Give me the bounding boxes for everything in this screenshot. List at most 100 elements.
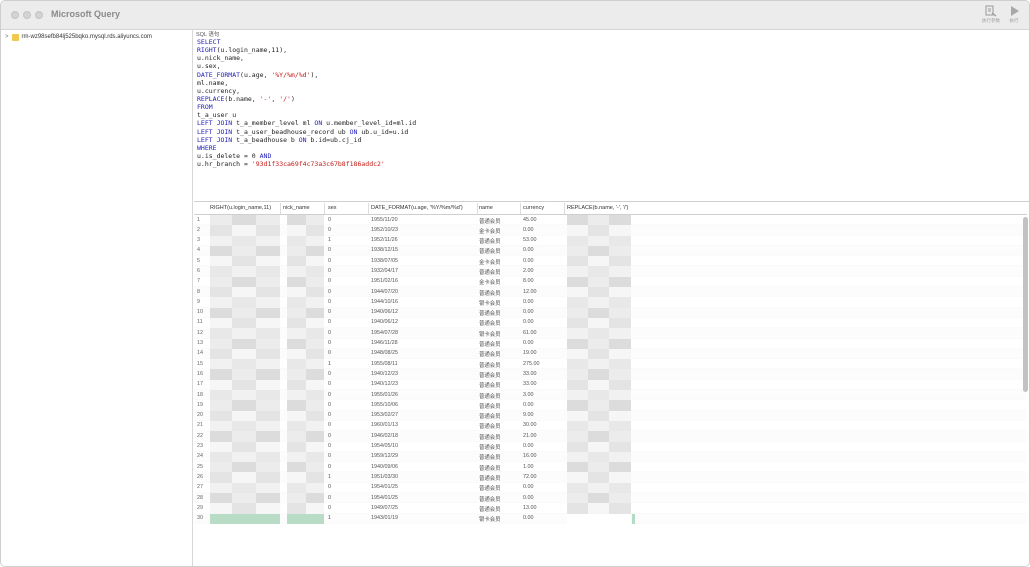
masked-cell — [287, 441, 306, 452]
table-row[interactable]: 8 0 1944/07/20 普通会员 12.00 — [194, 287, 1026, 298]
table-row[interactable]: 23 0 1954/05/10 普通会员 0.00 — [194, 441, 1026, 452]
masked-cell — [287, 390, 306, 401]
table-row[interactable]: 4 0 1938/12/15 普通会员 0.00 — [194, 245, 1026, 257]
column-divider[interactable] — [324, 203, 325, 214]
masked-cell — [287, 400, 306, 411]
column-header[interactable]: DATE_FORMAT(u.age, '%Y/%m/%d') — [371, 205, 463, 211]
table-cell: 33.00 — [523, 381, 537, 388]
masked-cell — [287, 215, 306, 226]
table-row[interactable]: 22 0 1946/02/18 普通会员 21.00 — [194, 431, 1026, 442]
table-row[interactable]: 24 0 1959/12/29 普通会员 16.00 — [194, 451, 1026, 463]
column-divider[interactable] — [368, 203, 369, 214]
masked-cell — [287, 451, 306, 463]
masked-cell — [567, 431, 588, 442]
masked-cell — [306, 441, 324, 452]
run-button[interactable]: 执行 — [1001, 5, 1027, 29]
table-row[interactable]: 6 0 1932/04/17 普通会员 2.00 — [194, 266, 1026, 277]
table-cell: 0.00 — [523, 515, 534, 522]
table-row[interactable]: 19 0 1955/10/06 普通会员 0.00 — [194, 400, 1026, 411]
row-number: 14 — [197, 350, 203, 357]
table-cell: 普通会员 — [479, 403, 501, 410]
masked-cell — [210, 410, 232, 421]
results-scrollbar[interactable] — [1023, 217, 1028, 392]
sql-keyword: LEFT JOIN — [197, 119, 233, 128]
sql-keyword: SELECT — [197, 38, 221, 46]
table-row[interactable]: 21 0 1960/01/13 普通会员 30.00 — [194, 420, 1026, 432]
table-row[interactable]: 7 0 1951/02/16 金卡会员 8.00 — [194, 276, 1026, 288]
table-row[interactable]: 27 0 1954/01/25 普通会员 0.00 — [194, 482, 1026, 494]
table-cell: 0 — [328, 422, 331, 429]
editor-label: SQL 语句 — [196, 32, 220, 38]
masked-cell — [306, 410, 324, 421]
column-header[interactable]: sex — [328, 205, 337, 211]
table-cell: 普通会员 — [479, 496, 501, 503]
table-row[interactable]: 9 0 1944/10/16 银卡会员 0.00 — [194, 297, 1026, 308]
connection-item[interactable]: > rm-wz98sefb84lj525bqko.mysql.rds.aliyu… — [5, 32, 152, 42]
sql-line: u.is_delete = 0 AND — [197, 152, 416, 160]
row-number: 16 — [197, 370, 203, 377]
table-row[interactable]: 14 0 1948/08/25 普通会员 19.00 — [194, 348, 1026, 360]
table-row[interactable]: 10 0 1940/06/12 普通会员 0.00 — [194, 307, 1026, 318]
masked-cell — [588, 307, 609, 318]
masked-cell — [232, 297, 256, 308]
column-header[interactable]: nick_name — [283, 205, 310, 211]
table-cell: 普通会员 — [479, 362, 501, 369]
results-grid[interactable]: RIGHT(u.login_name,11) nick_name sex DAT… — [194, 202, 1029, 566]
masked-cell — [287, 317, 306, 329]
table-cell: 普通会员 — [479, 269, 501, 276]
minimize-window-button[interactable] — [23, 11, 31, 19]
table-row[interactable]: 28 0 1954/01/25 普通会员 0.00 — [194, 493, 1026, 504]
masked-cell — [306, 297, 324, 308]
masked-cell — [609, 451, 631, 463]
table-cell: 3.00 — [523, 391, 534, 398]
table-row[interactable]: 2 0 1952/10/23 金卡会员 0.00 — [194, 225, 1026, 236]
column-header[interactable]: RIGHT(u.login_name,11) — [210, 205, 271, 211]
masked-cell — [306, 256, 324, 267]
sql-string: '-' — [259, 94, 272, 103]
table-cell: 33.00 — [523, 370, 537, 377]
table-row[interactable]: 5 0 1938/07/05 金卡会员 0.00 — [194, 256, 1026, 267]
masked-cell — [588, 451, 609, 463]
table-row[interactable]: 12 0 1954/07/28 银卡会员 61.00 — [194, 328, 1026, 339]
table-row[interactable]: 17 0 1940/12/23 普通会员 33.00 — [194, 379, 1026, 391]
sql-line: u.nick_name, — [197, 54, 416, 62]
masked-cell — [609, 472, 631, 483]
table-row[interactable]: 20 0 1953/02/27 普通会员 9.00 — [194, 410, 1026, 421]
column-header[interactable]: name — [479, 205, 493, 211]
zoom-window-button[interactable] — [35, 11, 43, 19]
table-cell: 0 — [328, 504, 331, 511]
row-number: 24 — [197, 453, 203, 460]
masked-cell — [232, 215, 256, 226]
table-cell: 普通会员 — [479, 372, 501, 379]
column-divider[interactable] — [564, 203, 565, 214]
column-header[interactable]: REPLACE(b.name, '-', '/') — [567, 205, 628, 211]
masked-cell — [609, 245, 631, 257]
table-row[interactable]: 26 1 1951/03/30 普通会员 72.00 — [194, 472, 1026, 483]
column-header[interactable]: currency — [523, 205, 544, 211]
column-divider[interactable] — [280, 203, 281, 214]
table-row[interactable]: 30 1 1943/01/19 银卡会员 0.00 — [194, 513, 1026, 524]
table-cell: 普通会员 — [479, 249, 501, 256]
table-row[interactable]: 13 0 1946/11/28 普通会员 0.00 — [194, 338, 1026, 349]
table-row[interactable]: 1 0 1955/11/20 普通会员 45.00 — [194, 215, 1026, 226]
table-row[interactable]: 11 0 1940/06/12 普通会员 0.00 — [194, 317, 1026, 329]
chevron-right-icon[interactable]: > — [5, 34, 9, 40]
table-row[interactable]: 18 0 1955/01/26 普通会员 3.00 — [194, 390, 1026, 401]
masked-cell — [232, 410, 256, 421]
table-row[interactable]: 3 1 1952/11/26 普通会员 53.00 — [194, 235, 1026, 246]
sql-text[interactable]: SELECT RIGHT(u.login_name,11), u.nick_name… — [197, 38, 416, 168]
masked-cell — [588, 472, 609, 483]
table-row[interactable]: 16 0 1940/12/23 普通会员 33.00 — [194, 369, 1026, 380]
sql-token: (u.login_name,11), — [216, 46, 288, 55]
sql-editor[interactable]: SQL 语句 SELECT RIGHT(u.login_name,11), u.ni… — [194, 30, 1029, 202]
masked-cell — [256, 420, 280, 432]
masked-cell — [306, 482, 324, 494]
sql-token: u.member_level_id=ml.id — [322, 119, 417, 128]
table-row[interactable]: 15 1 1955/08/11 普通会员 275.00 — [194, 359, 1026, 370]
table-row[interactable]: 29 0 1949/07/25 普通会员 13.00 — [194, 503, 1026, 514]
table-row[interactable]: 25 0 1940/09/06 普通会员 1.00 — [194, 462, 1026, 473]
row-number: 12 — [197, 329, 203, 336]
close-window-button[interactable] — [11, 11, 19, 19]
column-divider[interactable] — [477, 203, 478, 214]
column-divider[interactable] — [520, 203, 521, 214]
